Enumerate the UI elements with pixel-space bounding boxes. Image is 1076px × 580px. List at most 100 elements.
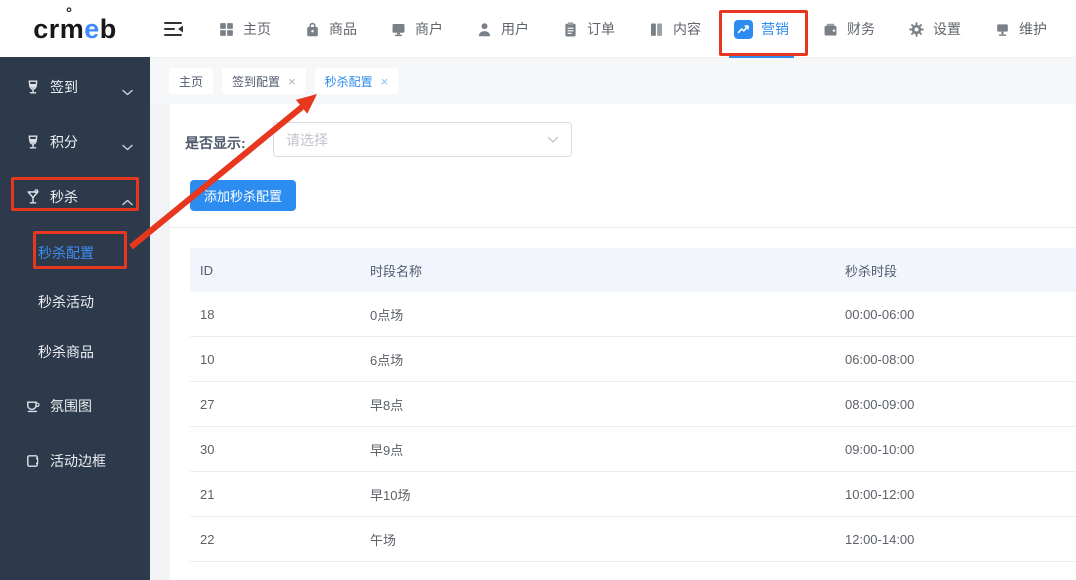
sidebar: 签到 积分 秒杀 秒杀配置 秒杀活动 秒杀商品 氛围图 活动边框	[0, 57, 150, 580]
sidebar-item-signin[interactable]: 签到	[0, 72, 150, 102]
cell-seckill-period: 06:00-08:00	[845, 351, 915, 367]
device-icon	[994, 21, 1011, 38]
nav-item-settings[interactable]: 设置	[908, 0, 961, 58]
clipboard-icon	[562, 21, 579, 38]
sidebar-item-seckill-product[interactable]: 秒杀商品	[0, 338, 150, 366]
sidebar-label: 秒杀	[50, 189, 78, 205]
cell-seckill-period: 09:00-10:00	[845, 441, 915, 457]
goblet-icon	[25, 79, 41, 95]
nav-label: 维护	[1019, 21, 1047, 37]
sidebar-item-seckill-activity[interactable]: 秒杀活动	[0, 288, 150, 316]
sidebar-item-activity-border[interactable]: 活动边框	[0, 446, 150, 476]
cell-id: 22	[200, 531, 215, 547]
add-seckill-config-button[interactable]: 添加秒杀配置	[190, 180, 297, 211]
nav-item-users[interactable]: 用户	[476, 0, 529, 58]
close-icon[interactable]: ×	[288, 75, 296, 88]
table-row: 18 0点场 00:00-06:00	[190, 292, 1076, 337]
cell-id: 18	[200, 306, 215, 322]
cell-seckill-period: 12:00-14:00	[845, 531, 915, 547]
nav-item-merchant[interactable]: 商户	[390, 0, 443, 58]
select-placeholder: 请选择	[286, 131, 328, 148]
grid-icon	[218, 21, 235, 38]
cell-period-name: 早8点	[370, 397, 404, 413]
sidebar-label: 签到	[50, 79, 78, 95]
cell-seckill-period: 10:00-12:00	[845, 486, 915, 502]
tab-label: 签到配置	[232, 74, 281, 89]
nav-label: 主页	[243, 21, 271, 37]
nav-label: 商品	[329, 21, 357, 37]
open-tabs-bar: 主页 签到配置 × 秒杀配置 ×	[150, 58, 1076, 104]
table-row: 10 6点场 06:00-08:00	[190, 337, 1076, 382]
nav-item-maintenance[interactable]: 维护	[994, 0, 1047, 58]
close-icon[interactable]: ×	[381, 75, 389, 88]
chevron-down-icon	[547, 131, 559, 149]
chevron-up-icon	[122, 193, 133, 209]
nav-item-marketing[interactable]: 营销	[729, 0, 794, 58]
chevron-down-icon	[122, 138, 133, 154]
nav-label: 商户	[415, 21, 443, 37]
app-window: crm e b ° 主页 商品 商户 用户 订单 内容 营销 财务 设置 维护 …	[0, 0, 1076, 580]
sidebar-label: 积分	[50, 134, 78, 150]
sidebar-sub-label: 秒杀活动	[38, 294, 94, 310]
sidebar-label: 氛围图	[50, 398, 92, 414]
sidebar-item-seckill-config[interactable]: 秒杀配置	[0, 239, 150, 267]
logo-text-suffix: b	[99, 13, 117, 44]
cell-period-name: 0点场	[370, 307, 404, 323]
chevron-down-icon	[122, 83, 133, 99]
sidebar-item-atmosphere[interactable]: 氛围图	[0, 391, 150, 421]
cell-id: 21	[200, 486, 215, 502]
cell-id: 30	[200, 441, 215, 457]
nav-label: 设置	[933, 21, 961, 37]
table-row: 22 午场 12:00-14:00	[190, 517, 1076, 562]
cell-id: 27	[200, 396, 215, 412]
top-bar: crm e b ° 主页 商品 商户 用户 订单 内容 营销 财务 设置 维护	[0, 0, 1076, 58]
table-row: 27 早8点 08:00-09:00	[190, 382, 1076, 427]
trend-chart-icon	[734, 19, 753, 39]
cell-period-name: 早9点	[370, 442, 404, 458]
logo-text: crm	[33, 13, 85, 44]
gear-icon	[908, 21, 925, 38]
sidebar-item-seckill[interactable]: 秒杀	[0, 182, 150, 212]
column-header-seckill-period: 秒杀时段	[845, 263, 898, 279]
show-filter-select[interactable]: 请选择	[273, 122, 572, 157]
table-row: 30 早9点 09:00-10:00	[190, 427, 1076, 472]
nav-label: 财务	[847, 21, 875, 37]
monitor-icon	[390, 21, 407, 38]
nav-label: 内容	[673, 21, 701, 37]
tab-label: 秒杀配置	[324, 74, 373, 89]
logo-accent-letter: e	[84, 13, 100, 44]
sidebar-item-points[interactable]: 积分	[0, 127, 150, 157]
collapse-menu-icon[interactable]	[163, 20, 185, 38]
nav-item-products[interactable]: 商品	[304, 0, 357, 58]
cup-icon	[25, 398, 41, 414]
content-gutter	[150, 104, 170, 580]
nav-label: 用户	[501, 21, 529, 37]
sidebar-sub-label: 秒杀配置	[38, 245, 94, 261]
sidebar-label: 活动边框	[50, 453, 106, 469]
table-row: 21 早10场 10:00-12:00	[190, 472, 1076, 517]
tab-seckill-config[interactable]: 秒杀配置 ×	[314, 68, 399, 94]
nav-item-content[interactable]: 内容	[648, 0, 701, 58]
nav-label: 营销	[761, 21, 789, 37]
cell-period-name: 早10场	[370, 487, 411, 503]
nav-item-finance[interactable]: 财务	[822, 0, 875, 58]
bag-icon	[304, 21, 321, 38]
nav-item-home[interactable]: 主页	[218, 0, 271, 58]
seckill-config-table: ID 时段名称 秒杀时段 18 0点场 00:00-06:00 10 6点场 0…	[190, 248, 1076, 562]
nav-label: 订单	[587, 21, 615, 37]
tab-home[interactable]: 主页	[169, 68, 214, 94]
cell-seckill-period: 08:00-09:00	[845, 396, 915, 412]
nav-item-orders[interactable]: 订单	[562, 0, 615, 58]
show-filter-label: 是否显示:	[185, 135, 246, 151]
column-header-period-name: 时段名称	[370, 263, 423, 279]
table-header-row: ID 时段名称 秒杀时段	[190, 248, 1076, 292]
martini-icon	[25, 189, 41, 205]
tab-label: 主页	[179, 74, 204, 89]
frame-icon	[25, 453, 41, 469]
sidebar-sub-label: 秒杀商品	[38, 344, 94, 360]
book-icon	[648, 21, 665, 38]
logo-ring: °	[66, 5, 73, 22]
tab-signin-config[interactable]: 签到配置 ×	[222, 68, 306, 94]
top-navigation: 主页 商品 商户 用户 订单 内容 营销 财务 设置 维护	[218, 0, 1047, 58]
cell-seckill-period: 00:00-06:00	[845, 306, 915, 322]
